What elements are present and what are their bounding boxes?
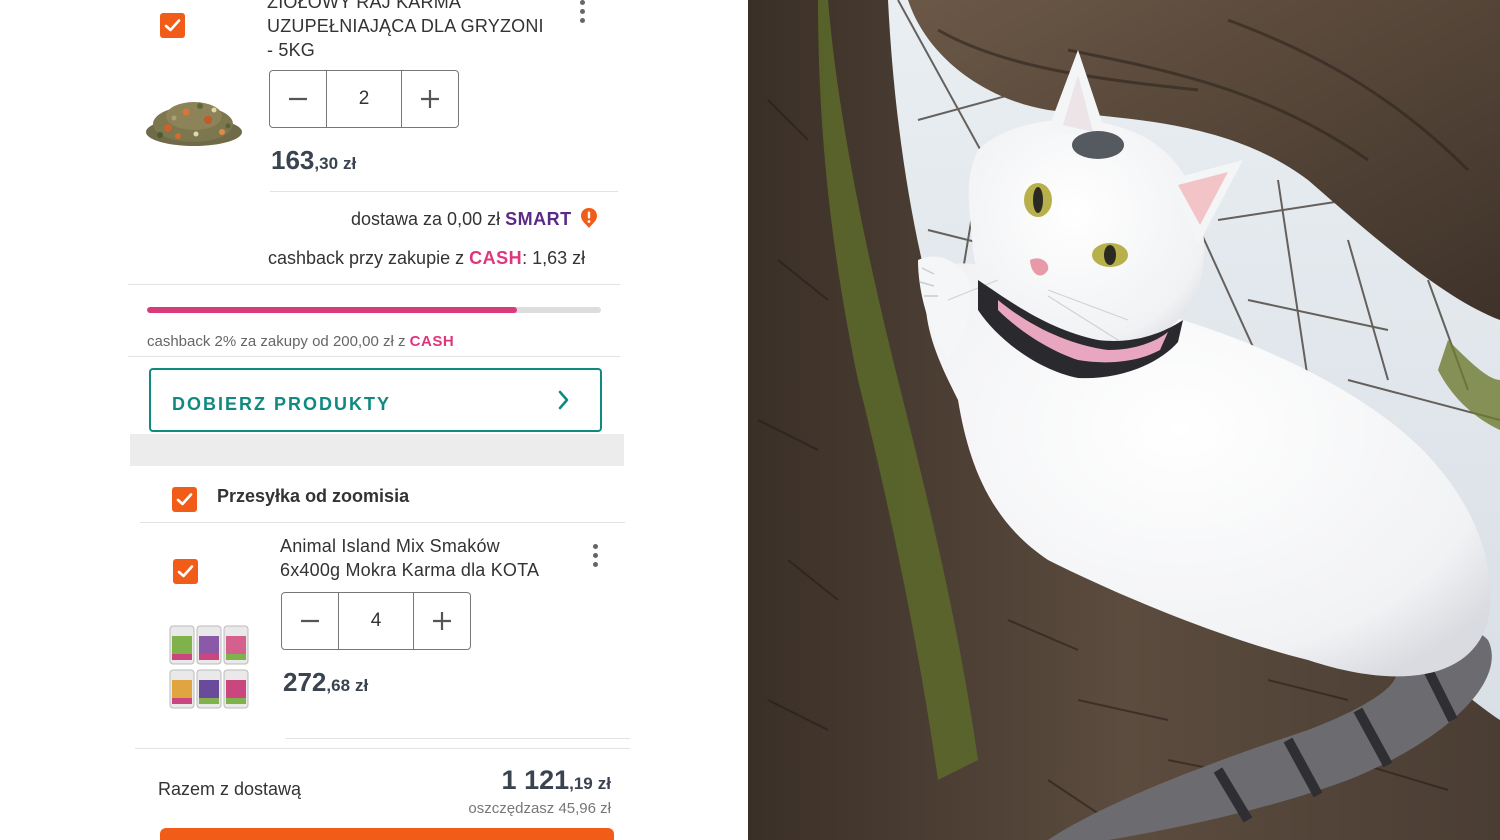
shopping-cart-panel: ZIOŁOWY RAJ KARMA UZUPEŁNIAJĄCA DLA GRYZ…	[0, 0, 748, 840]
total-price: 1 121,19 zł	[502, 765, 611, 796]
plus-icon	[421, 90, 439, 108]
item2-title-line2: 6x400g Mokra Karma dla KOTA	[280, 560, 540, 580]
item2-price: 272,68 zł	[283, 667, 368, 698]
item1-title-line1: ZIOŁOWY RAJ KARMA	[267, 0, 462, 12]
cashback-info: cashback przy zakupie z CASH: 1,63 zł	[268, 248, 585, 269]
item2-title[interactable]: Animal Island Mix Smaków 6x400g Mokra Ka…	[280, 534, 580, 582]
item1-decrease-button[interactable]	[270, 71, 326, 127]
section-separator	[130, 434, 624, 466]
cashback-progress-fill	[147, 307, 518, 313]
delivery-info: dostawa za 0,00 zł SMART	[351, 209, 572, 230]
cashback-threshold-cash-label: CASH	[409, 333, 455, 350]
delivery-text: dostawa za 0,00 zł	[351, 209, 501, 229]
dobierz-produkty-button[interactable]: DOBIERZ PRODUKTY	[149, 368, 602, 432]
item2-price-currency: zł	[355, 676, 369, 695]
item2-product-image[interactable]	[168, 622, 250, 712]
item2-increase-button[interactable]	[414, 593, 470, 649]
item1-title-line3: - 5KG	[267, 40, 316, 60]
total-price-dec: ,19	[569, 774, 593, 793]
checkbox-checked-icon	[176, 493, 193, 506]
item1-kebab-menu-icon[interactable]	[576, 0, 588, 26]
savings-text: oszczędzasz 45,96 zł	[468, 800, 611, 817]
item1-quantity-value[interactable]: 2	[326, 71, 402, 127]
item2-checkbox[interactable]	[173, 559, 198, 584]
item1-product-image[interactable]	[138, 88, 248, 158]
dobierz-produkty-label: DOBIERZ PRODUKTY	[172, 394, 392, 414]
total-price-int: 1 121	[501, 765, 570, 795]
item1-checkbox[interactable]	[160, 13, 185, 38]
chevron-right-icon	[558, 390, 569, 410]
total-label: Razem z dostawą	[158, 779, 302, 799]
shipment-label: Przesyłka od zoomisia	[217, 486, 410, 506]
checkbox-checked-icon	[177, 565, 194, 578]
item1-price-dec: ,30	[314, 154, 339, 173]
item2-quantity-stepper[interactable]: 4	[281, 592, 471, 650]
item1-price: 163,30 zł	[271, 145, 356, 176]
shipment-checkbox[interactable]	[172, 487, 197, 512]
item1-title-line2: UZUPEŁNIAJĄCA DLA GRYZONI	[267, 16, 544, 36]
cat-photo-illustration	[748, 0, 1500, 840]
item1-increase-button[interactable]	[402, 71, 458, 127]
item2-price-dec: ,68	[326, 676, 351, 695]
cashback-threshold-text: cashback 2% za zakupy od 200,00 zł z	[147, 333, 406, 350]
item1-price-currency: zł	[343, 154, 357, 173]
item1-price-int: 163	[271, 145, 315, 175]
item2-kebab-menu-icon[interactable]	[589, 544, 601, 570]
cash-label: CASH	[469, 248, 523, 268]
total-price-currency: zł	[597, 774, 611, 793]
item2-price-int: 272	[283, 667, 327, 697]
item1-title[interactable]: ZIOŁOWY RAJ KARMA UZUPEŁNIAJĄCA DLA GRYZ…	[267, 0, 567, 62]
cat-in-tree-photo	[748, 0, 1500, 840]
checkbox-checked-icon	[164, 19, 181, 32]
item2-quantity-value[interactable]: 4	[338, 593, 414, 649]
item2-title-line1: Animal Island Mix Smaków	[280, 536, 500, 556]
cashback-prefix: cashback przy zakupie z	[268, 248, 465, 268]
smart-label: SMART	[505, 209, 572, 229]
checkout-button[interactable]	[160, 828, 614, 840]
minus-icon	[301, 619, 319, 623]
item2-decrease-button[interactable]	[282, 593, 338, 649]
cashback-progress-bar	[147, 307, 601, 313]
plus-icon	[433, 612, 451, 630]
cashback-suffix: : 1,63 zł	[522, 248, 586, 268]
smart-exclamation-icon[interactable]	[580, 207, 598, 229]
cashback-threshold-info: cashback 2% za zakupy od 200,00 zł z CAS…	[147, 333, 454, 350]
item1-quantity-stepper[interactable]: 2	[269, 70, 459, 128]
minus-icon	[289, 97, 307, 101]
